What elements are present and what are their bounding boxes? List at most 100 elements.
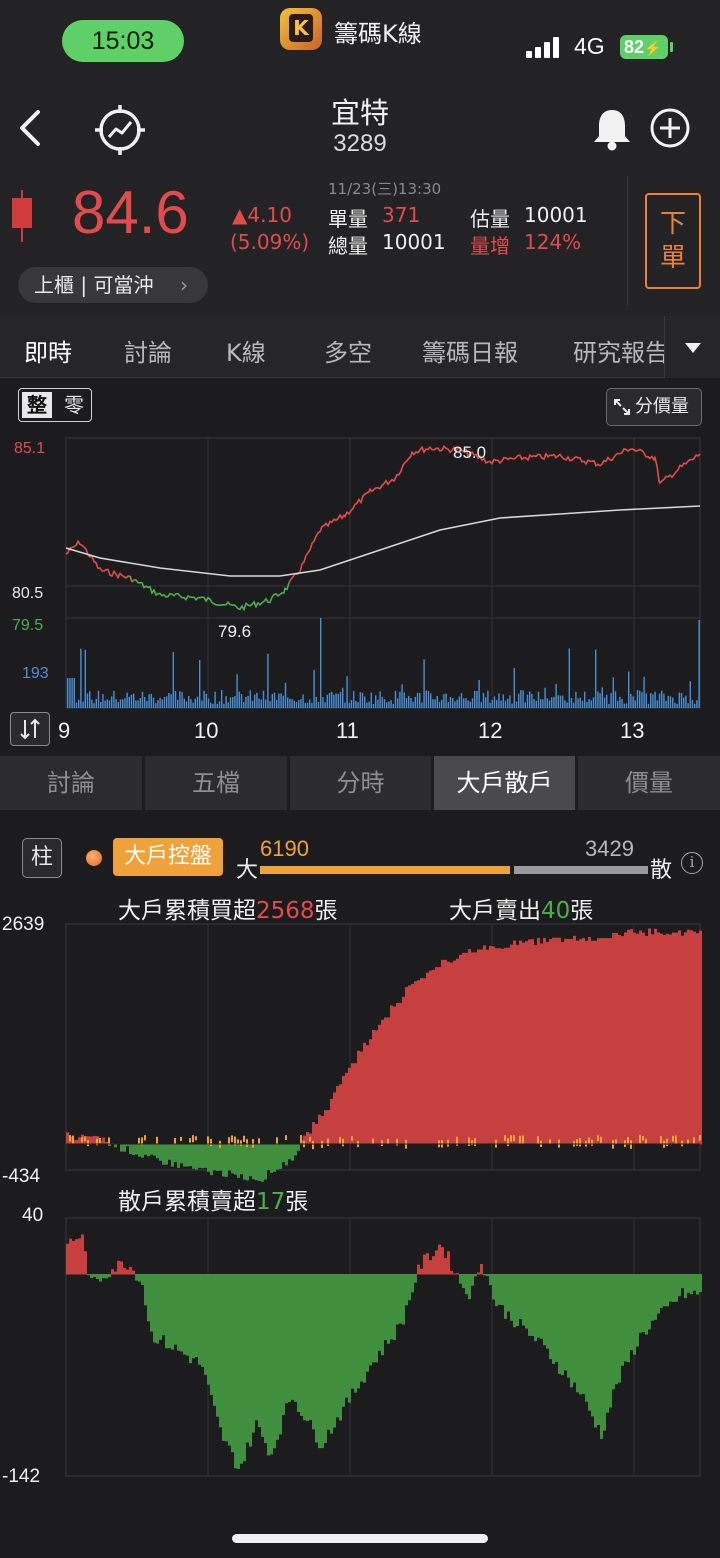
bell-icon[interactable]	[590, 106, 634, 152]
big-holder-bar	[432, 969, 435, 1145]
volume-bar	[619, 696, 621, 708]
volume-bar	[144, 697, 146, 708]
volume-bar	[256, 692, 258, 708]
subtab-time-sales[interactable]: 分時	[290, 756, 431, 810]
big-holder-bar	[501, 948, 504, 1145]
small-holder-bar	[594, 1274, 597, 1428]
price-volume-button[interactable]: 分價量	[606, 388, 702, 426]
price-line	[65, 539, 131, 580]
big-control-badge: 大戶控盤	[113, 838, 223, 876]
volume-bar	[348, 703, 350, 708]
small-holder-bar	[456, 1273, 459, 1275]
big-net-tick	[258, 1138, 260, 1145]
toggle-odd[interactable]: 零	[59, 392, 89, 418]
subtab-big-small[interactable]: 大戶散戶	[434, 756, 575, 810]
tab-discussion[interactable]: 討論	[124, 333, 172, 368]
small-holder-bar	[693, 1274, 696, 1291]
volume-bar	[542, 699, 544, 708]
subtab-five-levels[interactable]: 五檔	[145, 756, 287, 810]
big-holder-bar	[594, 940, 597, 1145]
tab-realtime[interactable]: 即時	[24, 333, 72, 368]
volume-bar	[346, 676, 348, 708]
small-holder-bar	[198, 1274, 201, 1365]
small-holder-bar	[81, 1234, 84, 1275]
volume-bar	[313, 669, 315, 708]
volume-bar	[262, 690, 265, 708]
volume-bar	[397, 698, 399, 708]
volume-bar	[449, 696, 452, 708]
market-tag[interactable]: 上櫃 | 可當沖 ›	[18, 267, 208, 303]
volume-bar	[573, 702, 575, 708]
tab-chip-daily[interactable]: 籌碼日報	[422, 333, 518, 368]
total-volume-label: 總量	[328, 234, 368, 258]
big-holder-chart[interactable]	[0, 920, 720, 1182]
big-holder-bar	[195, 1144, 198, 1170]
subtab-price-volume[interactable]: 價量	[578, 756, 720, 810]
add-icon[interactable]	[649, 107, 691, 149]
small-holder-bar	[222, 1274, 225, 1441]
volume-bar	[214, 691, 216, 708]
small-holder-bar	[579, 1274, 582, 1395]
small-holder-bar	[663, 1274, 666, 1307]
tab-kline[interactable]: K線	[226, 333, 266, 368]
volume-bar	[654, 691, 656, 708]
volume-bar	[419, 692, 421, 708]
big-net-tick	[195, 1136, 197, 1141]
big-holder-bar	[348, 1067, 351, 1145]
volume-bar	[522, 690, 524, 708]
volume-bar	[284, 682, 287, 708]
bar-mode-button[interactable]: 柱	[22, 838, 62, 878]
big-holder-bar	[171, 1144, 174, 1167]
volume-increase: 124%	[524, 230, 582, 254]
small-holder-bar	[555, 1274, 558, 1362]
small-holder-chart[interactable]	[0, 1212, 720, 1482]
volume-bar	[383, 699, 386, 708]
subtab-discussion[interactable]: 討論	[0, 756, 142, 810]
big-net-tick	[660, 1136, 662, 1145]
order-button[interactable]: 下單	[645, 193, 701, 289]
volume-bar	[320, 618, 322, 708]
tab-research[interactable]: 研究報告	[573, 333, 669, 368]
small-holder-bar	[570, 1274, 573, 1388]
small-holder-bar	[336, 1274, 339, 1418]
volume-bar	[67, 678, 69, 708]
small-holder-bar	[117, 1260, 120, 1275]
signal-icon	[526, 36, 562, 58]
volume-bar	[258, 698, 260, 708]
volume-bar	[100, 702, 102, 708]
info-icon[interactable]: i	[681, 852, 703, 874]
swap-button[interactable]	[10, 712, 50, 746]
small-holder-bar	[156, 1274, 159, 1344]
price-line	[131, 578, 137, 583]
big-holder-bar	[516, 945, 519, 1145]
volume-bar	[84, 649, 86, 708]
small-holder-bar	[144, 1274, 147, 1306]
big-holder-bar	[507, 947, 510, 1145]
small-ratio-bar	[514, 866, 648, 874]
volume-bar	[370, 692, 372, 708]
small-holder-bar	[303, 1274, 306, 1421]
tabs-more-button[interactable]	[664, 316, 720, 378]
big-holder-bar	[435, 967, 438, 1145]
big-holder-bar	[180, 1144, 183, 1164]
big-holder-bar	[528, 939, 531, 1145]
big-holder-bar	[162, 1144, 165, 1165]
volume-bar	[676, 703, 678, 708]
big-holder-bar	[549, 938, 552, 1145]
big-net-tick	[285, 1135, 287, 1140]
big-holder-bar	[222, 1144, 225, 1177]
tab-bull-bear[interactable]: 多空	[324, 333, 372, 368]
small-holder-bar	[681, 1274, 684, 1289]
big-holder-bar	[258, 1144, 261, 1182]
big-holder-bar	[411, 983, 414, 1145]
intraday-chart[interactable]	[0, 430, 720, 712]
small-holder-bar	[357, 1274, 360, 1389]
big-net-tick	[243, 1135, 245, 1142]
big-holder-bar	[678, 930, 681, 1145]
lot-toggle[interactable]: 整 零	[18, 388, 92, 422]
big-holder-bar	[618, 934, 621, 1145]
volume-bar	[672, 697, 674, 708]
volume-bar	[436, 696, 438, 708]
big-holder-bar	[255, 1144, 258, 1181]
toggle-whole[interactable]: 整	[22, 392, 52, 418]
